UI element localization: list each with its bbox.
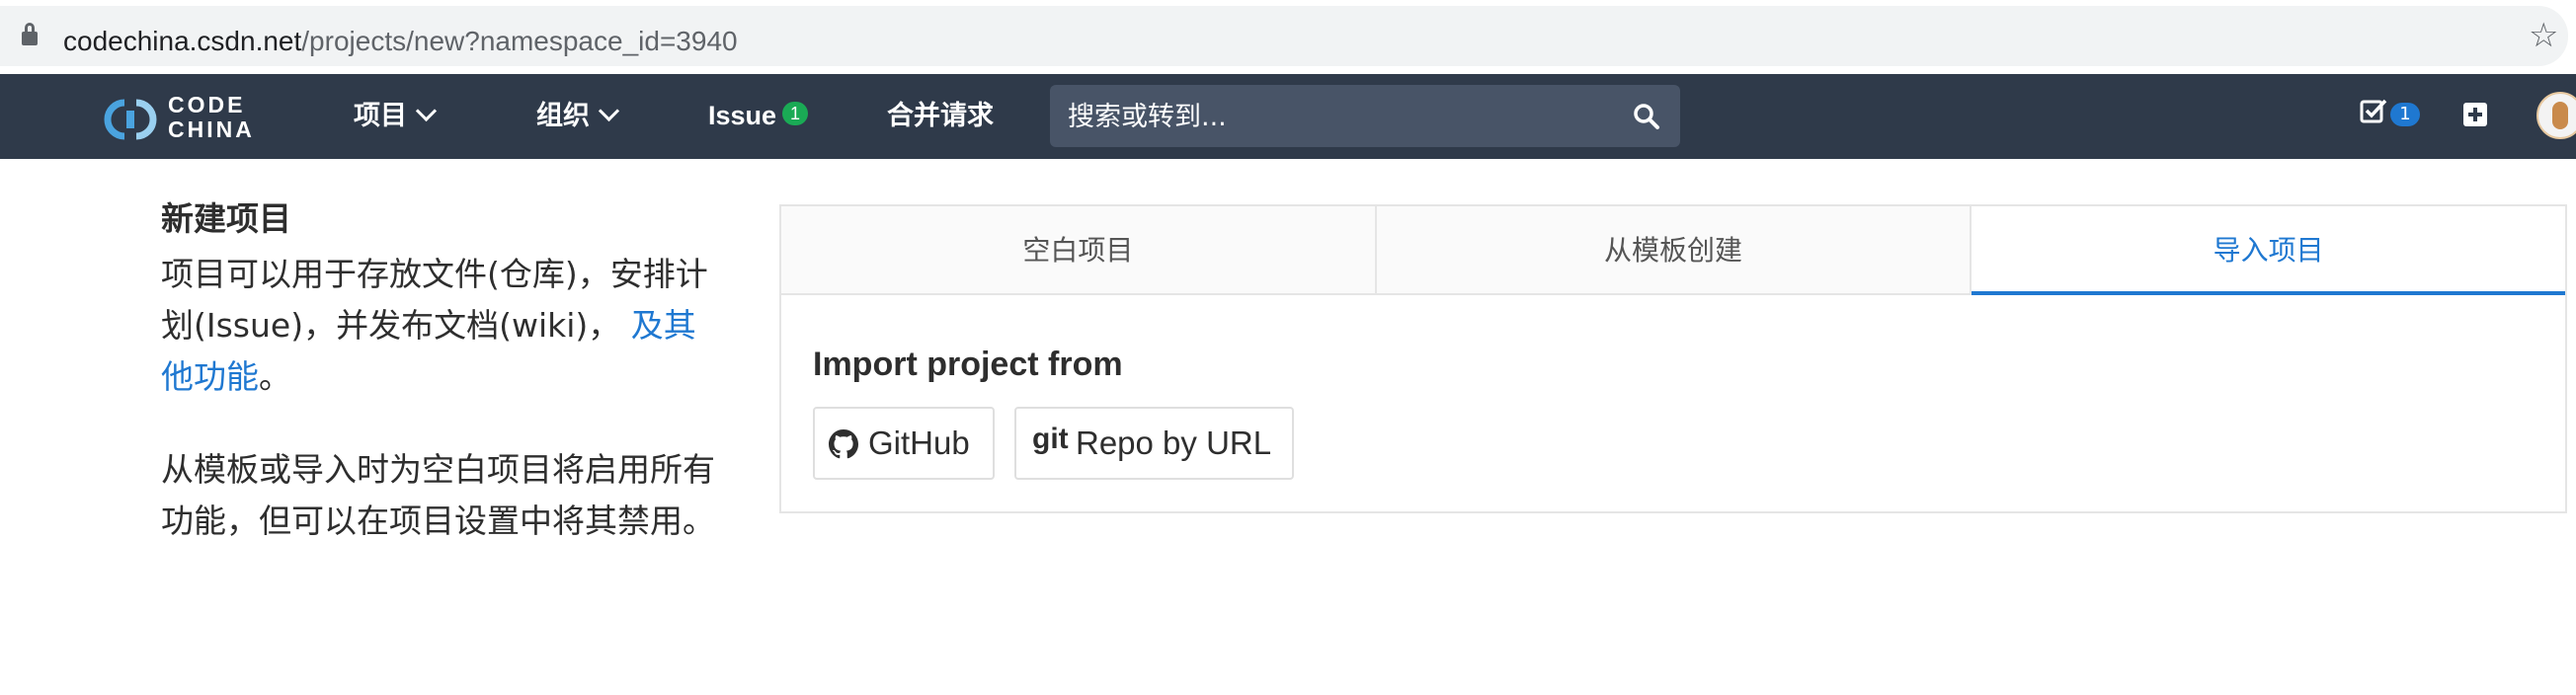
nav-merge-requests[interactable]: 合并请求 bbox=[887, 96, 994, 135]
description-body: 项目可以用于存放文件(仓库)，安排计划(Issue)，并发布文档(wiki)， bbox=[161, 255, 708, 345]
import-github-button[interactable]: GitHub bbox=[813, 407, 995, 480]
nav-merge-requests-label: 合并请求 bbox=[887, 101, 994, 130]
logo-text: CODE CHINA bbox=[168, 93, 255, 142]
tab-blank-project[interactable]: 空白项目 bbox=[781, 206, 1377, 295]
browser-address-bar: codechina.csdn.net/projects/new?namespac… bbox=[0, 0, 2576, 74]
new-project-panel: 空白项目 从模板创建 导入项目 Import project from GitH… bbox=[779, 204, 2567, 513]
chevron-down-icon bbox=[598, 100, 620, 122]
tab-from-template[interactable]: 从模板创建 bbox=[1376, 206, 1972, 295]
nav-groups[interactable]: 组织 bbox=[536, 96, 620, 135]
description-end: 。 bbox=[259, 357, 291, 396]
import-repo-by-url-button[interactable]: git Repo by URL bbox=[1014, 407, 1294, 480]
description-text: 项目可以用于存放文件(仓库)，安排计划(Issue)，并发布文档(wiki)， … bbox=[161, 249, 724, 403]
chevron-down-icon bbox=[415, 100, 438, 122]
import-section-title: Import project from bbox=[813, 346, 1123, 383]
logo-line-2: CHINA bbox=[168, 116, 255, 142]
url-path: /projects/new?namespace_id=3940 bbox=[301, 26, 738, 56]
nav-issues-label: Issue bbox=[708, 101, 777, 130]
repo-by-url-label: Repo by URL bbox=[1076, 425, 1272, 461]
search-icon[interactable] bbox=[1633, 103, 1660, 130]
new-item-plus-icon[interactable] bbox=[2463, 103, 2487, 126]
nav-issues[interactable]: Issue 1 bbox=[708, 96, 809, 135]
page-title: 新建项目 bbox=[161, 199, 291, 238]
github-icon bbox=[829, 429, 858, 459]
url-host: codechina.csdn.net bbox=[63, 26, 302, 56]
nav-projects-label: 项目 bbox=[354, 101, 407, 130]
url-bar[interactable]: codechina.csdn.net/projects/new?namespac… bbox=[0, 6, 2568, 66]
logo-mark-icon bbox=[104, 99, 157, 140]
issues-count-badge: 1 bbox=[782, 101, 809, 125]
search-box bbox=[1050, 85, 1680, 149]
project-type-tabs: 空白项目 从模板创建 导入项目 bbox=[781, 206, 2566, 297]
url-text[interactable]: codechina.csdn.net/projects/new?namespac… bbox=[63, 24, 738, 59]
github-button-label: GitHub bbox=[868, 425, 970, 461]
top-navbar: CODE CHINA 项目 组织 Issue 1 合并请求 bbox=[0, 74, 2576, 159]
nav-projects[interactable]: 项目 bbox=[354, 96, 438, 135]
tab-import-project[interactable]: 导入项目 bbox=[1972, 206, 2566, 295]
todo-checkbox-icon[interactable] bbox=[2359, 97, 2388, 126]
template-note: 从模板或导入时为空白项目将启用所有功能，但可以在项目设置中将其禁用。 bbox=[161, 450, 715, 540]
todo-count-badge[interactable]: 1 bbox=[2390, 103, 2420, 126]
search-input[interactable] bbox=[1066, 85, 1623, 149]
new-project-description: 新建项目 项目可以用于存放文件(仓库)，安排计划(Issue)，并发布文档(wi… bbox=[161, 195, 724, 547]
bookmark-star-icon[interactable]: ☆ bbox=[2529, 16, 2558, 55]
logo-line-1: CODE bbox=[168, 92, 246, 117]
nav-groups-label: 组织 bbox=[536, 101, 590, 130]
lock-icon[interactable] bbox=[22, 23, 38, 45]
git-icon: git bbox=[1032, 423, 1069, 455]
user-avatar[interactable] bbox=[2536, 92, 2576, 139]
